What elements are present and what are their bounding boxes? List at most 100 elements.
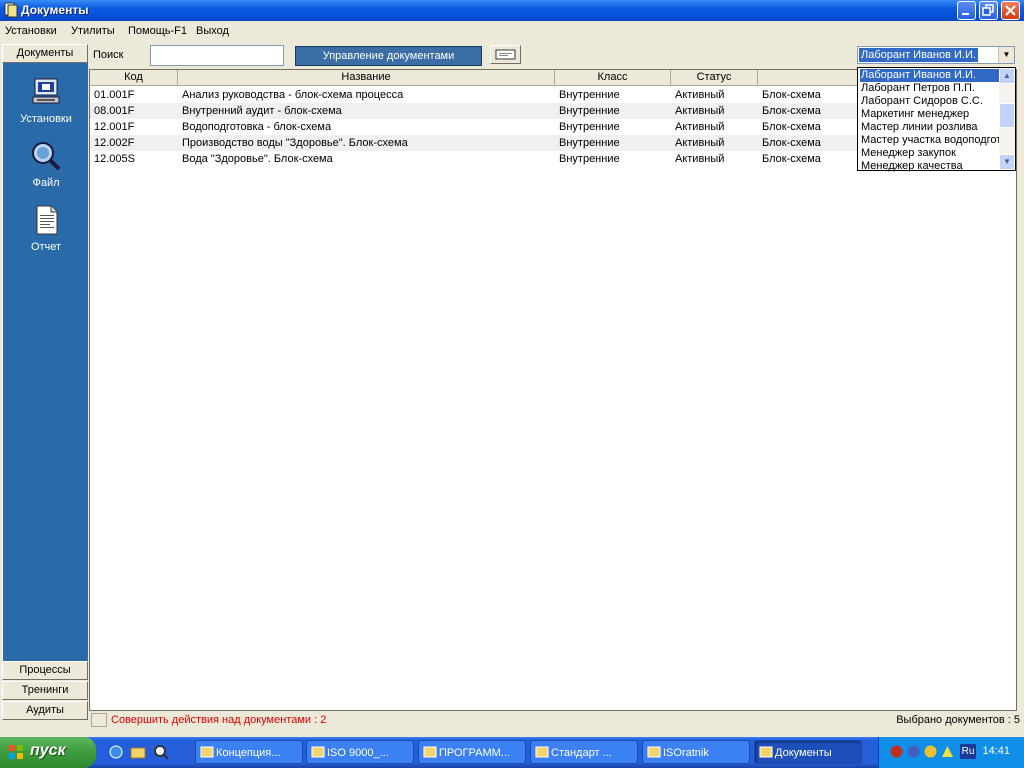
tray-clock-icon[interactable] [923,744,938,759]
title-bar[interactable]: Документы [0,0,1024,21]
cell-code: 12.001F [94,121,135,133]
taskbar: пуск Концепция... ISO 9000_... ПРОГРАММ...… [0,737,1024,768]
dropdown-item[interactable]: Мастер участка водоподготовки [860,134,999,147]
tab-audits[interactable]: Аудиты [2,701,88,720]
status-bar: Совершить действия над документами : 2 В… [89,712,1024,728]
taskbar-button-label: Концепция... [216,747,281,759]
cell-status: Активный [675,137,725,149]
dropdown-item[interactable]: Менеджер качества [860,160,999,173]
quicklaunch-folder-icon[interactable] [130,744,146,760]
taskbar-button-label: ISOratnik [663,747,709,759]
close-button[interactable] [1001,1,1020,20]
settings-computer-icon [32,78,60,104]
cell-class: Внутренние [559,89,620,101]
start-label: пуск [30,742,66,759]
taskbar-button-label: ISO 9000_... [327,747,389,759]
sidebar-body: Установки Файл Отчет [2,63,88,661]
language-indicator[interactable]: Ru [960,744,976,759]
app-icon [4,2,18,18]
task-app-icon [535,746,549,758]
cell-status: Активный [675,89,725,101]
taskbar-button[interactable]: Концепция... [195,740,303,764]
dropdown-item[interactable]: Лаборант Сидоров С.С. [860,95,999,108]
quicklaunch-search-icon[interactable] [153,744,169,760]
task-app-icon [200,746,214,758]
dropdown-item[interactable]: Менеджер закупок [860,147,999,160]
taskbar-button-label: Стандарт ... [551,747,612,759]
restore-icon [982,4,994,16]
report-document-icon [36,205,58,235]
quicklaunch-browser-icon[interactable] [108,744,124,760]
search-label: Поиск [93,49,124,61]
dropdown-item[interactable]: Лаборант Иванов И.И. [860,69,999,82]
user-combo-value: Лаборант Иванов И.И. [859,48,978,62]
menu-settings[interactable]: Установки [5,25,57,37]
close-icon [1005,5,1016,16]
sidebar-item-file[interactable]: Файл [3,139,89,189]
sidebar-item-report[interactable]: Отчет [3,203,89,253]
chevron-down-icon[interactable]: ▼ [998,47,1014,63]
tab-processes[interactable]: Процессы [2,661,88,680]
scroll-up-icon[interactable]: ▲ [999,68,1015,84]
menu-exit[interactable]: Выход [196,25,229,37]
dropdown-item[interactable]: Маркетинг менеджер [860,108,999,121]
dropdown-item[interactable]: Лаборант Петров П.П. [860,82,999,95]
start-button[interactable]: пуск [0,737,96,768]
window-title: Документы [21,3,89,17]
cell-status: Активный [675,105,725,117]
status-checkbox[interactable] [91,713,107,727]
minimize-icon [962,13,969,15]
clock[interactable]: 14:41 [982,745,1010,757]
cell-name: Водоподготовка - блок-схема [182,121,332,133]
cell-name: Анализ руководства - блок-схема процесса [182,89,404,101]
column-header-code[interactable]: Код [90,70,178,86]
cell-class: Внутренние [559,121,620,133]
manage-documents-button[interactable]: Управление документами [295,46,482,66]
tray-network-icon[interactable] [906,744,921,759]
taskbar-button-label: ПРОГРАММ... [439,747,510,759]
cell-class: Внутренние [559,153,620,165]
cell-code: 12.002F [94,137,135,149]
taskbar-button[interactable]: Стандарт ... [530,740,638,764]
tab-documents[interactable]: Документы [2,44,88,63]
file-magnifier-icon [32,142,61,171]
restore-button[interactable] [979,1,998,20]
sidebar-item-settings[interactable]: Установки [3,75,89,125]
sidebar-item-label: Установки [20,113,72,125]
cell-status: Активный [675,121,725,133]
minimize-button[interactable] [957,1,976,20]
task-app-icon [423,746,437,758]
tab-trainings[interactable]: Тренинги [2,681,88,700]
system-tray: Ru 14:41 [878,737,1024,768]
taskbar-button[interactable]: ISO 9000_... [306,740,414,764]
cell-code: 12.005S [94,153,135,165]
cell-name: Вода "Здоровье". Блок-схема [182,153,333,165]
dropdown-scrollbar[interactable]: ▲ ▼ [999,68,1015,170]
tray-antivirus-icon[interactable] [889,744,904,759]
cell-class: Внутренние [559,105,620,117]
small-action-button[interactable] [490,45,521,64]
left-panel: Документы Установки Файл Отчет Процессы … [0,42,89,722]
user-dropdown-list[interactable]: Лаборант Иванов И.И. Лаборант Петров П.П.… [857,67,1016,173]
cell-code: 01.001F [94,89,135,101]
taskbar-button[interactable]: Документы [754,740,862,764]
column-header-class[interactable]: Класс [555,70,671,86]
scroll-down-icon[interactable]: ▼ [999,154,1015,170]
task-app-icon [311,746,325,758]
tray-update-icon[interactable] [940,744,955,759]
search-input[interactable] [150,45,284,66]
cell-class: Внутренние [559,137,620,149]
column-header-name[interactable]: Название [178,70,555,86]
taskbar-button[interactable]: ПРОГРАММ... [418,740,526,764]
menu-help[interactable]: Помощь-F1 [128,25,187,37]
taskbar-button[interactable]: ISOratnik [642,740,750,764]
cell-name: Производство воды "Здоровье". Блок-схема [182,137,408,149]
documents-window: Документы Установки Утилиты Помощь-F1 Вы… [0,0,1024,737]
menu-utilities[interactable]: Утилиты [71,25,115,37]
cell-status: Активный [675,153,725,165]
user-combo[interactable]: Лаборант Иванов И.И. ▼ [857,46,1015,64]
status-action-text[interactable]: Совершить действия над документами : 2 [111,714,326,726]
column-header-status[interactable]: Статус [671,70,758,86]
scroll-thumb[interactable] [999,103,1015,128]
dropdown-item[interactable]: Мастер линии розлива [860,121,999,134]
